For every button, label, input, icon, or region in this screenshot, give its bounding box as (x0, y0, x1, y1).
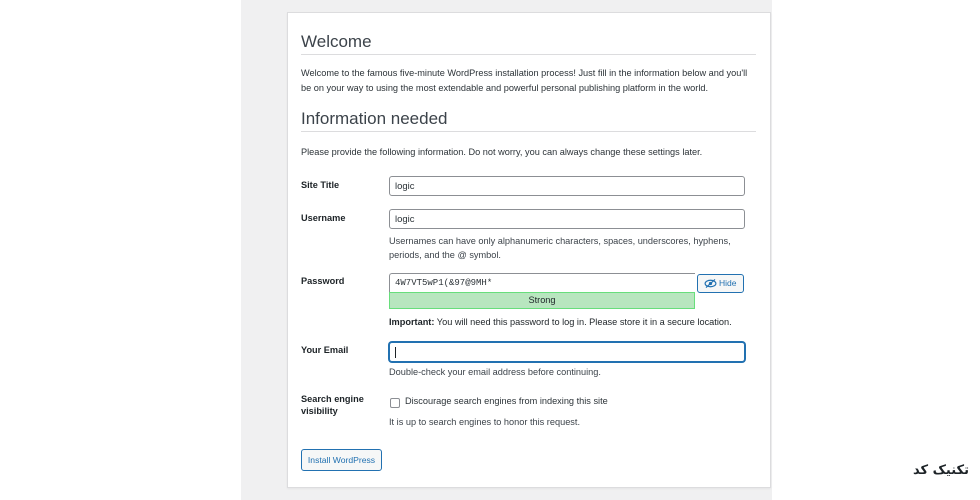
watermark-logo: تکنیک کد (913, 463, 969, 478)
discourage-search-checkbox[interactable] (390, 398, 400, 408)
username-input[interactable]: logic (389, 209, 745, 229)
username-help: Usernames can have only alphanumeric cha… (389, 236, 731, 260)
username-label: Username (301, 213, 346, 223)
hide-button-label: Hide (719, 278, 737, 288)
site-title-input[interactable]: logic (389, 176, 745, 196)
information-needed-heading: Information needed (301, 109, 448, 128)
important-prefix: Important: (389, 317, 435, 327)
search-visibility-label: Search engine visibility (301, 394, 364, 416)
install-wordpress-button[interactable]: Install WordPress (301, 449, 382, 471)
discourage-search-label[interactable]: Discourage search engines from indexing … (405, 396, 608, 406)
search-visibility-help: It is up to search engines to honor this… (389, 417, 581, 427)
password-strength-meter: Strong (389, 292, 695, 309)
eye-slash-icon (704, 279, 717, 289)
important-text: You will need this password to log in. P… (434, 317, 732, 327)
site-title-label: Site Title (301, 180, 340, 190)
password-important-note: Important: You will need this password t… (389, 315, 732, 329)
email-help: Double-check your email address before c… (389, 367, 601, 377)
welcome-intro: Welcome to the famous five-minute WordPr… (301, 68, 748, 93)
information-description: Please provide the following information… (301, 147, 703, 157)
password-label: Password (301, 276, 345, 286)
email-label: Your Email (301, 345, 349, 355)
install-form-card: Welcome Welcome to the famous five-minut… (287, 12, 771, 488)
divider (301, 54, 756, 55)
email-input[interactable] (389, 342, 745, 362)
password-input[interactable]: 4W7VT5wP1(&97@9MH* (389, 273, 695, 293)
hide-password-button[interactable]: Hide (697, 274, 744, 293)
welcome-heading: Welcome (301, 32, 372, 51)
text-caret (395, 347, 396, 358)
divider (301, 131, 756, 132)
